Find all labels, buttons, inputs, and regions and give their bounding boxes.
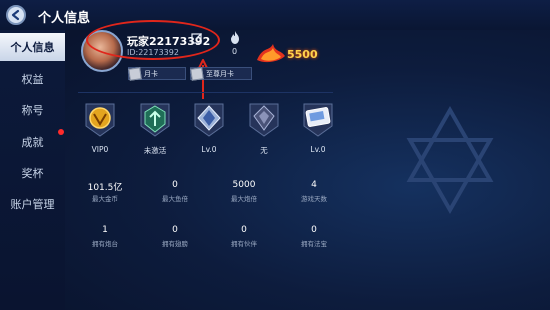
stat-value-max-gold: 101.5亿 [87, 183, 123, 193]
sidebar-item-account[interactable]: 账户管理 [0, 190, 65, 218]
honor-label-rank: Lv.0 [201, 145, 217, 154]
emblem-icon[interactable] [135, 100, 175, 140]
stat-label-max-fish: 最大鱼倍 [162, 195, 188, 203]
stat-value-max-cannon: 5000 [232, 180, 256, 190]
month-card-label: 月卡 [144, 69, 158, 78]
supreme-card-label: 至尊月卡 [206, 69, 234, 78]
divider [78, 92, 333, 93]
sidebar-item-titles[interactable]: 称号 [0, 96, 65, 124]
stat-label-partners: 拥有伙伴 [231, 240, 257, 248]
stat-label-max-cannon: 最大炮倍 [231, 195, 257, 203]
stat-value-turrets: 1 [102, 225, 108, 235]
stat-label-wings: 拥有翅膀 [162, 240, 188, 248]
fire-count: 0 [232, 47, 238, 56]
stat-label-game-days: 游戏天数 [301, 195, 327, 203]
honor-label-card: Lv.0 [310, 145, 326, 154]
stat-label-max-gold: 最大金币 [92, 195, 118, 203]
month-card-icon [128, 66, 142, 81]
stat-label-treasures: 拥有法宝 [301, 240, 327, 248]
decorative-star-icon [406, 105, 494, 215]
back-button[interactable] [6, 5, 26, 25]
power-value: 5500 [287, 48, 318, 61]
sidebar-item-trophies[interactable]: 奖杯 [0, 159, 65, 187]
stat-value-treasures: 0 [311, 225, 317, 235]
honor-label-emblem: 未激活 [143, 146, 167, 155]
month-card-chip[interactable]: 月卡 [128, 66, 186, 81]
title-badge-icon[interactable] [244, 100, 284, 140]
stat-label-turrets: 拥有炮台 [92, 240, 118, 248]
stat-value-max-fish: 0 [172, 180, 178, 190]
sidebar-item-benefits[interactable]: 权益 [0, 65, 65, 93]
stat-value-game-days: 4 [311, 180, 317, 190]
stat-value-wings: 0 [172, 225, 178, 235]
top-bar: 个人信息 [0, 0, 550, 30]
sidebar-item-achievements[interactable]: 成就 [0, 128, 65, 156]
sidebar-item-profile[interactable]: 个人信息 [0, 33, 65, 61]
supreme-card-icon [190, 66, 204, 81]
honor-label-title: 无 [260, 146, 268, 155]
supreme-card-chip[interactable]: 至尊月卡 [190, 66, 252, 81]
fire-icon [231, 31, 239, 44]
page-title: 个人信息 [38, 11, 91, 26]
honor-label-vip: VIP0 [91, 145, 109, 154]
highlight-ellipse [86, 20, 220, 60]
card-badge-icon[interactable] [298, 100, 338, 140]
stat-value-partners: 0 [241, 225, 247, 235]
back-arrow-icon [11, 9, 20, 21]
vip-badge-icon[interactable] [80, 100, 120, 140]
achievement-notification-dot [58, 129, 64, 135]
rank-badge-icon[interactable] [189, 100, 229, 140]
sidebar: 个人信息 权益 称号 成就 奖杯 账户管理 [0, 30, 65, 310]
